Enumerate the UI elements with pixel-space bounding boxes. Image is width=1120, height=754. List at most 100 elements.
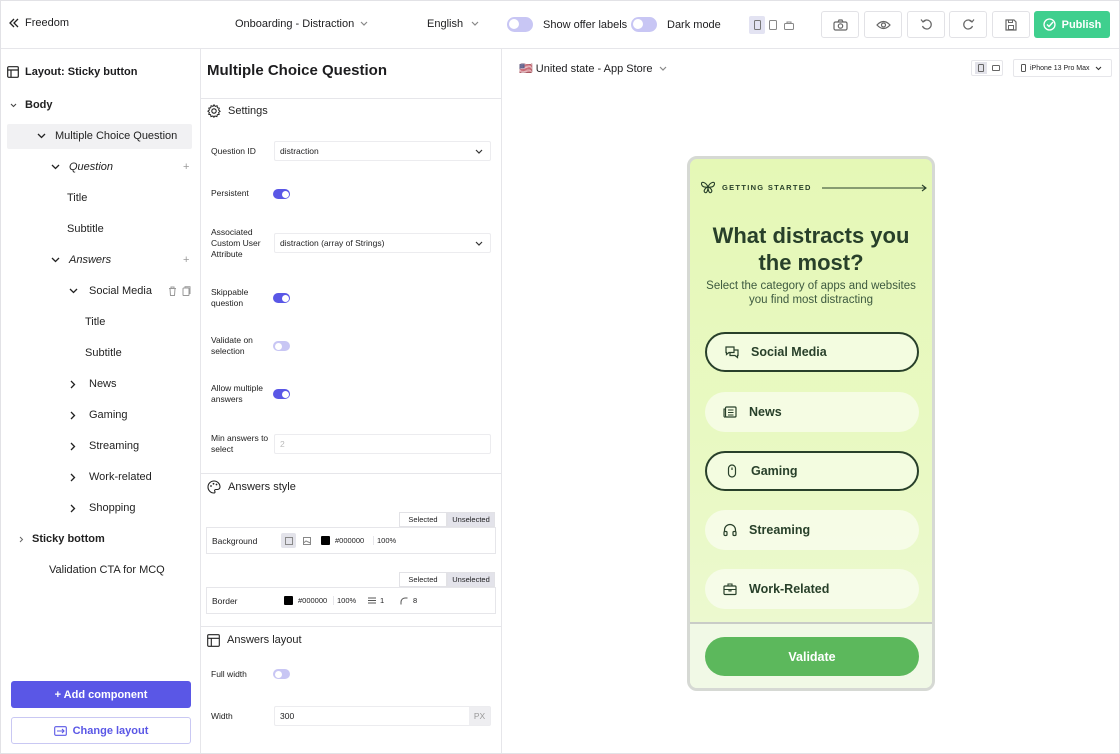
tree-item-question[interactable]: Question bbox=[49, 156, 113, 178]
answer-option[interactable]: Work-Related bbox=[705, 569, 919, 609]
skippable-toggle[interactable] bbox=[273, 293, 290, 303]
save-button[interactable] bbox=[992, 11, 1030, 38]
chevron-right-icon bbox=[70, 380, 76, 388]
app-name: Freedom bbox=[25, 17, 70, 29]
language-value: English bbox=[427, 18, 464, 30]
tree-item-streaming[interactable]: Streaming bbox=[67, 435, 139, 457]
screenshot-button[interactable] bbox=[821, 11, 859, 38]
attribute-select[interactable]: distraction (array of Strings) bbox=[274, 233, 491, 253]
desktop-device-button[interactable] bbox=[781, 16, 797, 34]
background-color-value[interactable]: #000000 bbox=[335, 536, 364, 545]
landscape-button[interactable] bbox=[991, 65, 1000, 71]
layout-header[interactable]: Layout: Sticky button bbox=[7, 66, 137, 78]
full-width-toggle[interactable] bbox=[273, 669, 290, 679]
language-selector[interactable]: English bbox=[427, 18, 479, 30]
preview-button[interactable] bbox=[864, 11, 902, 38]
validate-button[interactable]: Validate bbox=[705, 637, 919, 676]
tree-item-news[interactable]: News bbox=[67, 373, 117, 395]
dark-mode-label: Dark mode bbox=[667, 18, 721, 31]
tab-unselected[interactable]: Unselected bbox=[447, 512, 495, 527]
settings-section-header[interactable]: Settings bbox=[201, 98, 501, 124]
answers-style-section-header[interactable]: Answers style bbox=[201, 474, 501, 500]
background-opacity-value[interactable]: 100% bbox=[373, 536, 396, 545]
tree-item-label: Shopping bbox=[89, 502, 136, 514]
store-selector[interactable]: 🇺🇸 United state - App Store bbox=[519, 62, 667, 75]
chevron-right-icon bbox=[70, 442, 76, 450]
show-offer-labels-toggle[interactable] bbox=[507, 17, 533, 32]
top-bar: Freedom Onboarding - Distraction English… bbox=[1, 1, 1119, 49]
answer-option[interactable]: News bbox=[705, 392, 919, 432]
chevron-down-icon bbox=[475, 241, 483, 246]
tree-item-gaming[interactable]: Gaming bbox=[67, 404, 128, 426]
layout-switch-icon bbox=[53, 725, 67, 736]
question-title-line: What distracts you bbox=[712, 223, 910, 248]
tree-item-social-media[interactable]: Social Media bbox=[67, 280, 152, 302]
answer-option[interactable]: Social Media bbox=[705, 332, 919, 372]
change-layout-button[interactable]: Change layout bbox=[11, 717, 191, 744]
phone-device-button[interactable] bbox=[749, 16, 765, 34]
tree-item-sticky-bottom[interactable]: Sticky bottom bbox=[15, 528, 105, 550]
tree-item-validation-cta[interactable]: Validation CTA for MCQ bbox=[49, 559, 165, 581]
question-id-select[interactable]: distraction bbox=[274, 141, 491, 161]
device-model-selector[interactable]: iPhone 13 Pro Max bbox=[1013, 59, 1112, 77]
portrait-button[interactable] bbox=[974, 62, 987, 74]
border-row: Border #000000 100% 1 8 bbox=[206, 587, 496, 614]
tab-selected[interactable]: Selected bbox=[399, 512, 447, 527]
border-state-tabs: Selected Unselected bbox=[399, 572, 495, 587]
butterfly-icon bbox=[700, 181, 716, 194]
tree-item-body[interactable]: Body bbox=[7, 94, 53, 116]
min-answers-input[interactable]: 2 bbox=[274, 434, 491, 454]
background-color-swatch[interactable] bbox=[321, 536, 330, 545]
chevron-down-icon bbox=[10, 103, 16, 107]
width-unit[interactable]: PX bbox=[469, 707, 490, 725]
phone-icon bbox=[1021, 64, 1026, 72]
answer-option[interactable]: Gaming bbox=[705, 451, 919, 491]
flow-selector[interactable]: Onboarding - Distraction bbox=[235, 18, 368, 30]
redo-button[interactable] bbox=[949, 11, 987, 38]
delete-item-button[interactable] bbox=[168, 286, 177, 299]
tab-unselected[interactable]: Unselected bbox=[447, 572, 495, 587]
border-color-value[interactable]: #000000 bbox=[298, 596, 327, 605]
tree-item-work-related[interactable]: Work-related bbox=[67, 466, 152, 488]
background-row: Background #000000 100% bbox=[206, 527, 496, 554]
chevron-down-icon bbox=[37, 133, 45, 139]
answer-option[interactable]: Streaming bbox=[705, 510, 919, 550]
undo-button[interactable] bbox=[907, 11, 945, 38]
chat-bubbles-icon bbox=[725, 346, 739, 359]
add-question-child-button[interactable]: + bbox=[183, 161, 189, 173]
phone-portrait-icon bbox=[977, 64, 984, 72]
allow-multiple-toggle[interactable] bbox=[273, 389, 290, 399]
width-value: 300 bbox=[280, 711, 295, 721]
tree-item-label: Subtitle bbox=[67, 223, 104, 235]
tree-item-title[interactable]: Title bbox=[85, 311, 105, 333]
border-opacity-value[interactable]: 100% bbox=[333, 596, 356, 605]
fill-image-button[interactable] bbox=[299, 533, 314, 548]
fill-solid-button[interactable] bbox=[281, 533, 296, 548]
tab-selected[interactable]: Selected bbox=[399, 572, 447, 587]
back-link[interactable]: Freedom bbox=[9, 17, 69, 29]
border-color-swatch[interactable] bbox=[284, 596, 293, 605]
tablet-device-button[interactable] bbox=[765, 16, 781, 34]
dark-mode-toggle[interactable] bbox=[631, 17, 657, 32]
border-radius-value[interactable]: 8 bbox=[413, 596, 417, 605]
duplicate-item-button[interactable] bbox=[182, 286, 191, 299]
tree-item-subtitle[interactable]: Subtitle bbox=[85, 342, 122, 364]
tree-item-shopping[interactable]: Shopping bbox=[67, 497, 136, 519]
tree-item-multiple-choice-question[interactable]: Multiple Choice Question bbox=[35, 125, 177, 147]
dark-mode-control[interactable]: Dark mode bbox=[631, 17, 721, 32]
answers-layout-section-header[interactable]: Answers layout bbox=[201, 627, 501, 653]
publish-button[interactable]: Publish bbox=[1034, 11, 1110, 38]
tree-item-title[interactable]: Title bbox=[67, 187, 87, 209]
show-offer-labels-control[interactable]: Show offer labels bbox=[507, 17, 627, 32]
tree-item-answers[interactable]: Answers bbox=[49, 249, 111, 271]
width-input[interactable]: 300 PX bbox=[274, 706, 491, 726]
border-width-value[interactable]: 1 bbox=[380, 596, 384, 605]
add-component-button[interactable]: + Add component bbox=[11, 681, 191, 708]
tree-item-label: Sticky bottom bbox=[32, 533, 105, 545]
validate-label: Validate bbox=[788, 649, 836, 664]
floppy-disk-icon bbox=[1005, 18, 1017, 31]
persistent-toggle[interactable] bbox=[273, 189, 290, 199]
tree-item-subtitle[interactable]: Subtitle bbox=[67, 218, 104, 240]
validate-on-selection-toggle[interactable] bbox=[273, 341, 290, 351]
add-answer-button[interactable]: + bbox=[183, 254, 189, 266]
